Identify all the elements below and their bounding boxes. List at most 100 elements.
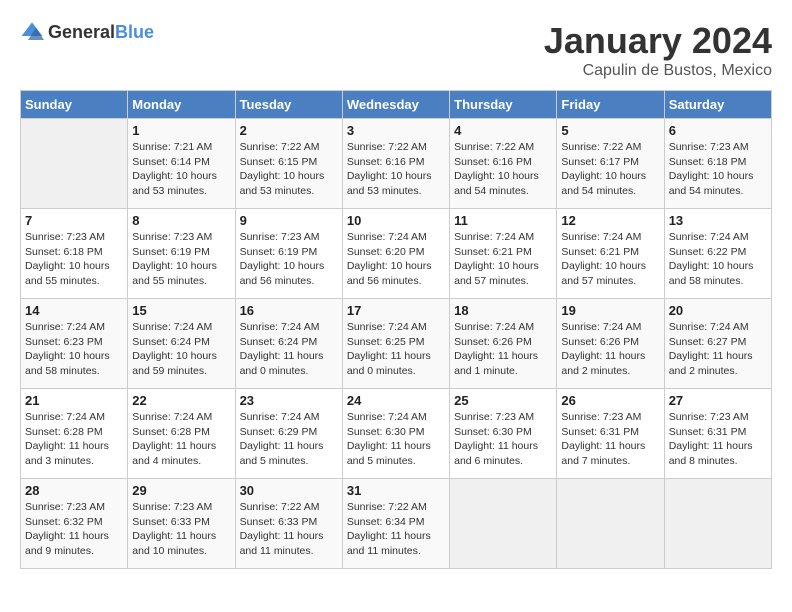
day-number: 27 bbox=[669, 393, 767, 408]
day-number: 6 bbox=[669, 123, 767, 138]
day-info: Sunrise: 7:23 AM Sunset: 6:31 PM Dayligh… bbox=[669, 410, 767, 469]
calendar-cell: 27 Sunrise: 7:23 AM Sunset: 6:31 PM Dayli… bbox=[664, 389, 771, 479]
day-info: Sunrise: 7:24 AM Sunset: 6:24 PM Dayligh… bbox=[132, 320, 230, 379]
calendar-cell: 30 Sunrise: 7:22 AM Sunset: 6:33 PM Dayli… bbox=[235, 479, 342, 569]
week-row-4: 21Sunrise: 7:24 AM Sunset: 6:28 PM Dayli… bbox=[21, 389, 772, 479]
day-info: Sunrise: 7:22 AM Sunset: 6:33 PM Dayligh… bbox=[240, 500, 338, 559]
calendar-cell: 22 Sunrise: 7:24 AM Sunset: 6:28 PM Dayli… bbox=[128, 389, 235, 479]
day-info: Sunrise: 7:23 AM Sunset: 6:31 PM Dayligh… bbox=[561, 410, 659, 469]
calendar-cell: 31 Sunrise: 7:22 AM Sunset: 6:34 PM Dayli… bbox=[342, 479, 449, 569]
calendar-cell: 16Sunrise: 7:24 AM Sunset: 6:24 PM Dayli… bbox=[235, 299, 342, 389]
day-info: Sunrise: 7:23 AM Sunset: 6:30 PM Dayligh… bbox=[454, 410, 552, 469]
day-info: Sunrise: 7:24 AM Sunset: 6:28 PM Dayligh… bbox=[25, 410, 123, 469]
calendar-cell: 14 Sunrise: 7:24 AM Sunset: 6:23 PM Dayli… bbox=[21, 299, 128, 389]
day-number: 28 bbox=[25, 483, 123, 498]
day-info: Sunrise: 7:24 AM Sunset: 6:26 PM Dayligh… bbox=[454, 320, 552, 379]
day-number: 9 bbox=[240, 213, 338, 228]
calendar-cell: 28 Sunrise: 7:23 AM Sunset: 6:32 PM Dayli… bbox=[21, 479, 128, 569]
header-day-tuesday: Tuesday bbox=[235, 91, 342, 119]
day-number: 26 bbox=[561, 393, 659, 408]
day-number: 17 bbox=[347, 303, 445, 318]
logo: GeneralBlue bbox=[20, 20, 154, 44]
day-number: 18 bbox=[454, 303, 552, 318]
calendar-cell: 29 Sunrise: 7:23 AM Sunset: 6:33 PM Dayli… bbox=[128, 479, 235, 569]
calendar-cell: 15Sunrise: 7:24 AM Sunset: 6:24 PM Dayli… bbox=[128, 299, 235, 389]
header-day-thursday: Thursday bbox=[450, 91, 557, 119]
day-number: 31 bbox=[347, 483, 445, 498]
day-info: Sunrise: 7:24 AM Sunset: 6:21 PM Dayligh… bbox=[561, 230, 659, 289]
calendar-cell: 11 Sunrise: 7:24 AM Sunset: 6:21 PM Dayli… bbox=[450, 209, 557, 299]
calendar-cell: 19Sunrise: 7:24 AM Sunset: 6:26 PM Dayli… bbox=[557, 299, 664, 389]
day-info: Sunrise: 7:22 AM Sunset: 6:34 PM Dayligh… bbox=[347, 500, 445, 559]
header-row: SundayMondayTuesdayWednesdayThursdayFrid… bbox=[21, 91, 772, 119]
day-info: Sunrise: 7:24 AM Sunset: 6:25 PM Dayligh… bbox=[347, 320, 445, 379]
week-row-2: 7 Sunrise: 7:23 AM Sunset: 6:18 PM Daylig… bbox=[21, 209, 772, 299]
day-info: Sunrise: 7:24 AM Sunset: 6:21 PM Dayligh… bbox=[454, 230, 552, 289]
day-info: Sunrise: 7:23 AM Sunset: 6:18 PM Dayligh… bbox=[669, 140, 767, 199]
day-number: 24 bbox=[347, 393, 445, 408]
week-row-5: 28 Sunrise: 7:23 AM Sunset: 6:32 PM Dayli… bbox=[21, 479, 772, 569]
calendar-cell bbox=[21, 119, 128, 209]
calendar-table: SundayMondayTuesdayWednesdayThursdayFrid… bbox=[20, 90, 772, 569]
logo-general: General bbox=[48, 22, 115, 42]
calendar-cell: 13 Sunrise: 7:24 AM Sunset: 6:22 PM Dayli… bbox=[664, 209, 771, 299]
header-day-wednesday: Wednesday bbox=[342, 91, 449, 119]
day-number: 22 bbox=[132, 393, 230, 408]
day-number: 25 bbox=[454, 393, 552, 408]
day-number: 11 bbox=[454, 213, 552, 228]
calendar-cell: 4 Sunrise: 7:22 AM Sunset: 6:16 PM Daylig… bbox=[450, 119, 557, 209]
day-number: 16 bbox=[240, 303, 338, 318]
calendar-subtitle: Capulin de Bustos, Mexico bbox=[544, 62, 772, 80]
title-area: January 2024 Capulin de Bustos, Mexico bbox=[544, 20, 772, 80]
day-info: Sunrise: 7:23 AM Sunset: 6:33 PM Dayligh… bbox=[132, 500, 230, 559]
calendar-cell: 2 Sunrise: 7:22 AM Sunset: 6:15 PM Daylig… bbox=[235, 119, 342, 209]
calendar-header: SundayMondayTuesdayWednesdayThursdayFrid… bbox=[21, 91, 772, 119]
day-info: Sunrise: 7:24 AM Sunset: 6:20 PM Dayligh… bbox=[347, 230, 445, 289]
calendar-cell: 5Sunrise: 7:22 AM Sunset: 6:17 PM Daylig… bbox=[557, 119, 664, 209]
day-info: Sunrise: 7:23 AM Sunset: 6:19 PM Dayligh… bbox=[240, 230, 338, 289]
day-info: Sunrise: 7:23 AM Sunset: 6:32 PM Dayligh… bbox=[25, 500, 123, 559]
day-info: Sunrise: 7:24 AM Sunset: 6:22 PM Dayligh… bbox=[669, 230, 767, 289]
logo-blue: Blue bbox=[115, 22, 154, 42]
calendar-title: January 2024 bbox=[544, 20, 772, 62]
day-info: Sunrise: 7:24 AM Sunset: 6:26 PM Dayligh… bbox=[561, 320, 659, 379]
day-info: Sunrise: 7:22 AM Sunset: 6:15 PM Dayligh… bbox=[240, 140, 338, 199]
day-info: Sunrise: 7:23 AM Sunset: 6:19 PM Dayligh… bbox=[132, 230, 230, 289]
calendar-cell: 26 Sunrise: 7:23 AM Sunset: 6:31 PM Dayli… bbox=[557, 389, 664, 479]
day-number: 3 bbox=[347, 123, 445, 138]
day-info: Sunrise: 7:23 AM Sunset: 6:18 PM Dayligh… bbox=[25, 230, 123, 289]
day-number: 1 bbox=[132, 123, 230, 138]
calendar-cell: 7 Sunrise: 7:23 AM Sunset: 6:18 PM Daylig… bbox=[21, 209, 128, 299]
day-info: Sunrise: 7:24 AM Sunset: 6:30 PM Dayligh… bbox=[347, 410, 445, 469]
day-number: 14 bbox=[25, 303, 123, 318]
day-info: Sunrise: 7:24 AM Sunset: 6:27 PM Dayligh… bbox=[669, 320, 767, 379]
day-info: Sunrise: 7:24 AM Sunset: 6:28 PM Dayligh… bbox=[132, 410, 230, 469]
calendar-body: 1 Sunrise: 7:21 AM Sunset: 6:14 PM Daylig… bbox=[21, 119, 772, 569]
calendar-cell: 6 Sunrise: 7:23 AM Sunset: 6:18 PM Daylig… bbox=[664, 119, 771, 209]
header-day-friday: Friday bbox=[557, 91, 664, 119]
day-info: Sunrise: 7:21 AM Sunset: 6:14 PM Dayligh… bbox=[132, 140, 230, 199]
day-number: 29 bbox=[132, 483, 230, 498]
calendar-cell: 25 Sunrise: 7:23 AM Sunset: 6:30 PM Dayli… bbox=[450, 389, 557, 479]
logo-icon bbox=[20, 20, 44, 44]
header-day-sunday: Sunday bbox=[21, 91, 128, 119]
day-number: 20 bbox=[669, 303, 767, 318]
day-number: 4 bbox=[454, 123, 552, 138]
calendar-cell: 1 Sunrise: 7:21 AM Sunset: 6:14 PM Daylig… bbox=[128, 119, 235, 209]
header-day-saturday: Saturday bbox=[664, 91, 771, 119]
calendar-cell: 10Sunrise: 7:24 AM Sunset: 6:20 PM Dayli… bbox=[342, 209, 449, 299]
day-number: 7 bbox=[25, 213, 123, 228]
calendar-cell: 24 Sunrise: 7:24 AM Sunset: 6:30 PM Dayli… bbox=[342, 389, 449, 479]
calendar-cell bbox=[557, 479, 664, 569]
day-number: 30 bbox=[240, 483, 338, 498]
page-header: GeneralBlue January 2024 Capulin de Bust… bbox=[20, 20, 772, 80]
day-info: Sunrise: 7:22 AM Sunset: 6:16 PM Dayligh… bbox=[454, 140, 552, 199]
day-number: 13 bbox=[669, 213, 767, 228]
week-row-1: 1 Sunrise: 7:21 AM Sunset: 6:14 PM Daylig… bbox=[21, 119, 772, 209]
header-day-monday: Monday bbox=[128, 91, 235, 119]
day-number: 2 bbox=[240, 123, 338, 138]
day-info: Sunrise: 7:24 AM Sunset: 6:23 PM Dayligh… bbox=[25, 320, 123, 379]
week-row-3: 14 Sunrise: 7:24 AM Sunset: 6:23 PM Dayli… bbox=[21, 299, 772, 389]
day-number: 12 bbox=[561, 213, 659, 228]
calendar-cell: 9 Sunrise: 7:23 AM Sunset: 6:19 PM Daylig… bbox=[235, 209, 342, 299]
